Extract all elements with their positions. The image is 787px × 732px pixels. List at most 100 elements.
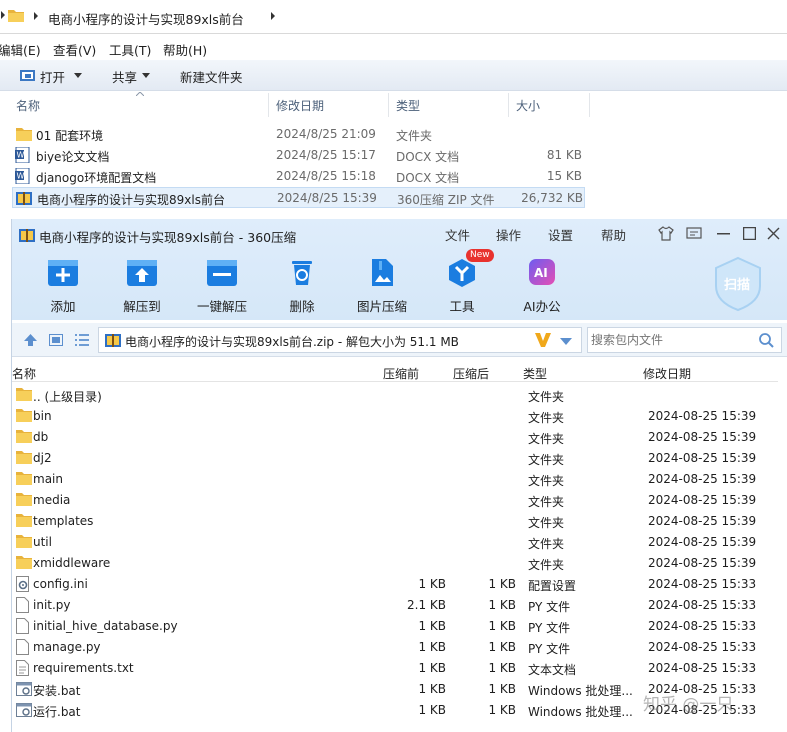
close-icon[interactable] [767,227,780,240]
menu-operate[interactable]: 操作 [496,225,521,244]
delete-button[interactable]: 删除 [272,256,332,314]
list-item[interactable]: W djanogo环境配置文档 2024/8/25 15:18 DOCX 文档 … [12,166,585,187]
file-type: DOCX 文档 [396,150,460,164]
list-view-icon[interactable] [75,334,89,346]
column-type[interactable]: 类型 [523,365,547,382]
column-date[interactable]: 修改日期 [276,97,324,114]
file-name: bin [33,409,52,423]
column-compressed-after[interactable]: 压缩后 [453,365,489,382]
path-bar: 电商小程序的设计与实现89xls前台.zip - 解包大小为 51.1 MB [12,323,787,357]
menu-help[interactable]: 帮助 [601,225,626,244]
column-size[interactable]: 大小 [516,97,540,114]
archive-row[interactable]: bin 文件夹 2024-08-25 15:39 [12,406,778,427]
tools-button[interactable]: New 工具 [432,249,494,314]
file-type: PY 文件 [528,642,571,656]
column-divider[interactable] [388,93,389,117]
menu-file[interactable]: 文件 [445,225,470,244]
ai-office-button[interactable]: AI AI办公 [512,256,572,314]
archive-row[interactable]: dj2 文件夹 2024-08-25 15:39 [12,448,778,469]
menu-help[interactable]: 帮助(H) [163,40,207,59]
archive-row[interactable]: requirements.txt 1 KB 1 KB 文本文档 2024-08-25 1… [12,658,778,679]
list-item[interactable]: 01 配套环境 2024/8/25 21:09 文件夹 [12,124,585,145]
archive-row[interactable]: config.ini 1 KB 1 KB 配置设置 2024-08-25 15:33 [12,574,778,595]
folder-icon [16,429,32,443]
open-button[interactable]: 打开 [40,67,65,86]
folder-icon [16,513,32,527]
chevron-right-icon[interactable] [270,12,276,20]
file-name: init.py [33,598,71,612]
chevron-down-icon[interactable] [142,73,150,78]
config-file-icon [16,576,31,592]
new-folder-button[interactable]: 新建文件夹 [180,67,243,86]
file-name: dj2 [33,451,52,465]
archive-row[interactable]: media 文件夹 2024-08-25 15:39 [12,490,778,511]
file-name: requirements.txt [33,661,134,675]
search-box[interactable] [587,327,782,353]
address-bar[interactable]: 电商小程序的设计与实现89xls前台 [0,0,787,34]
archive-row[interactable]: db 文件夹 2024-08-25 15:39 [12,427,778,448]
menu-edit[interactable]: 编辑(E) [0,40,41,59]
add-button[interactable]: 添加 [33,256,93,314]
chevron-down-icon[interactable] [560,338,572,345]
breadcrumb[interactable]: 电商小程序的设计与实现89xls前台 [48,9,244,28]
column-name[interactable]: 名称 [16,97,40,114]
svg-text:AI: AI [534,266,548,280]
up-arrow-icon[interactable] [24,334,37,346]
file-icon [16,639,29,655]
column-name[interactable]: 名称 [12,365,36,382]
menu-view[interactable]: 查看(V) [53,40,96,59]
file-name: biye论文文档 [36,150,110,164]
compressed-after: 1 KB [488,640,516,654]
file-type: 文本文档 [528,663,577,677]
feedback-icon[interactable] [686,227,702,241]
list-item-selected[interactable]: 电商小程序的设计与实现89xls前台 2024/8/25 15:39 360压缩… [12,187,585,208]
vip-v-icon[interactable] [535,333,551,347]
compressed-after: 1 KB [488,619,516,633]
menu-tools[interactable]: 工具(T) [109,40,151,59]
archive-row[interactable]: main 文件夹 2024-08-25 15:39 [12,469,778,490]
scan-button[interactable]: 扫描 [712,256,764,312]
image-compress-label: 图片压缩 [356,299,407,314]
archive-row[interactable]: templates 文件夹 2024-08-25 15:39 [12,511,778,532]
column-type[interactable]: 类型 [396,97,420,114]
scan-label: 扫描 [724,278,751,293]
file-name: media [33,493,71,507]
share-button[interactable]: 共享 [112,67,137,86]
column-modified[interactable]: 修改日期 [643,365,691,382]
search-input[interactable] [591,331,751,349]
skin-icon[interactable] [658,226,674,241]
file-type: Windows 批处理... [528,705,633,719]
archive-row[interactable]: initial_hive_database.py 1 KB 1 KB PY 文件 202… [12,616,778,637]
modified-date: 2024-08-25 15:39 [648,556,757,570]
chevron-down-icon[interactable] [74,73,82,78]
thumbnail-view-icon[interactable] [49,334,63,346]
column-divider[interactable] [589,93,590,117]
extract-to-button[interactable]: 解压到 [112,256,172,314]
archive-row[interactable]: xmiddleware 文件夹 2024-08-25 15:39 [12,553,778,574]
column-divider[interactable] [268,93,269,117]
archive-row[interactable]: init.py 2.1 KB 1 KB PY 文件 2024-08-25 15:33 [12,595,778,616]
file-type: 文件夹 [396,129,433,143]
image-compress-button[interactable]: 图片压缩 [352,256,412,314]
file-type: 360压缩 ZIP 文件 [397,193,495,207]
archive-path-field[interactable]: 电商小程序的设计与实现89xls前台.zip - 解包大小为 51.1 MB [98,327,582,353]
file-type: 文件夹 [528,495,565,509]
minimize-icon[interactable] [717,233,730,235]
compressed-after: 1 KB [488,703,516,717]
file-name: 运行.bat [33,705,81,719]
search-icon[interactable] [759,333,774,348]
one-click-extract-button[interactable]: 一键解压 [192,256,252,314]
archive-row[interactable]: util 文件夹 2024-08-25 15:39 [12,532,778,553]
add-label: 添加 [50,299,76,314]
archive-row[interactable]: manage.py 1 KB 1 KB PY 文件 2024-08-25 15:33 [12,637,778,658]
menu-settings[interactable]: 设置 [548,225,573,244]
column-divider[interactable] [508,93,509,117]
text-file-icon [16,660,29,676]
maximize-icon[interactable] [743,227,756,240]
list-item[interactable]: W biye论文文档 2024/8/25 15:17 DOCX 文档 81 KB [12,145,585,166]
modified-date: 2024-08-25 15:33 [648,598,757,612]
archiver-window: 电商小程序的设计与实现89xls前台 - 360压缩 文件 操作 设置 帮助 添… [11,219,787,732]
file-type: DOCX 文档 [396,171,460,185]
archive-row[interactable]: .. (上级目录) 文件夹 [12,385,778,406]
column-compressed-before[interactable]: 压缩前 [383,365,419,382]
